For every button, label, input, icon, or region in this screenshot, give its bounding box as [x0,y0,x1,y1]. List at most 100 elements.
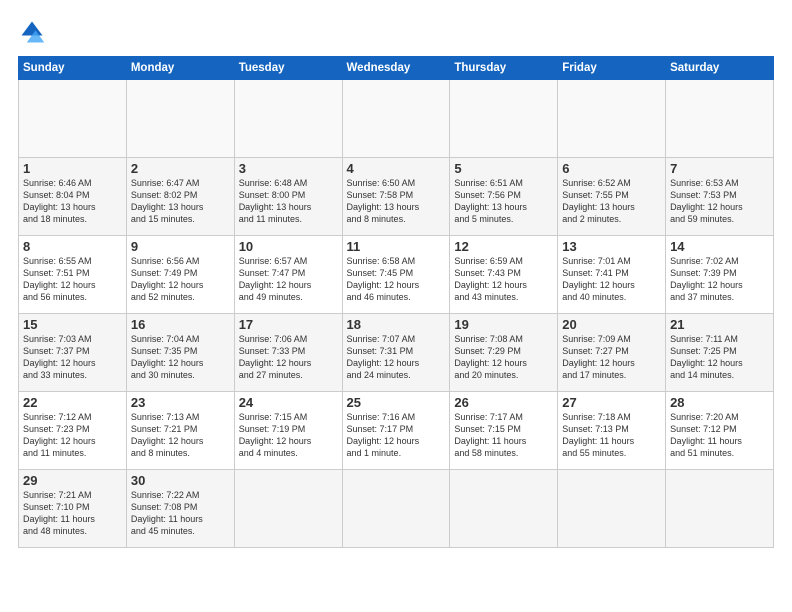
day-cell: 29Sunrise: 7:21 AM Sunset: 7:10 PM Dayli… [19,470,127,548]
day-number: 16 [131,317,230,332]
day-info: Sunrise: 6:59 AM Sunset: 7:43 PM Dayligh… [454,255,553,304]
day-cell: 16Sunrise: 7:04 AM Sunset: 7:35 PM Dayli… [126,314,234,392]
header-row: SundayMondayTuesdayWednesdayThursdayFrid… [19,57,774,80]
day-cell: 18Sunrise: 7:07 AM Sunset: 7:31 PM Dayli… [342,314,450,392]
day-info: Sunrise: 6:58 AM Sunset: 7:45 PM Dayligh… [347,255,446,304]
day-cell: 5Sunrise: 6:51 AM Sunset: 7:56 PM Daylig… [450,158,558,236]
day-cell [126,80,234,158]
day-info: Sunrise: 6:57 AM Sunset: 7:47 PM Dayligh… [239,255,338,304]
day-info: Sunrise: 6:46 AM Sunset: 8:04 PM Dayligh… [23,177,122,226]
day-info: Sunrise: 7:13 AM Sunset: 7:21 PM Dayligh… [131,411,230,460]
day-number: 20 [562,317,661,332]
day-info: Sunrise: 6:47 AM Sunset: 8:02 PM Dayligh… [131,177,230,226]
day-info: Sunrise: 7:15 AM Sunset: 7:19 PM Dayligh… [239,411,338,460]
day-cell: 17Sunrise: 7:06 AM Sunset: 7:33 PM Dayli… [234,314,342,392]
day-number: 22 [23,395,122,410]
day-info: Sunrise: 7:20 AM Sunset: 7:12 PM Dayligh… [670,411,769,460]
day-cell: 15Sunrise: 7:03 AM Sunset: 7:37 PM Dayli… [19,314,127,392]
day-number: 17 [239,317,338,332]
day-number: 26 [454,395,553,410]
day-info: Sunrise: 7:03 AM Sunset: 7:37 PM Dayligh… [23,333,122,382]
day-info: Sunrise: 7:17 AM Sunset: 7:15 PM Dayligh… [454,411,553,460]
day-number: 14 [670,239,769,254]
day-cell: 2Sunrise: 6:47 AM Sunset: 8:02 PM Daylig… [126,158,234,236]
day-number: 11 [347,239,446,254]
day-info: Sunrise: 7:07 AM Sunset: 7:31 PM Dayligh… [347,333,446,382]
day-cell: 24Sunrise: 7:15 AM Sunset: 7:19 PM Dayli… [234,392,342,470]
day-cell [666,470,774,548]
day-cell: 30Sunrise: 7:22 AM Sunset: 7:08 PM Dayli… [126,470,234,548]
day-info: Sunrise: 7:09 AM Sunset: 7:27 PM Dayligh… [562,333,661,382]
day-number: 25 [347,395,446,410]
day-number: 15 [23,317,122,332]
col-header-thursday: Thursday [450,57,558,80]
day-number: 1 [23,161,122,176]
day-info: Sunrise: 7:21 AM Sunset: 7:10 PM Dayligh… [23,489,122,538]
day-number: 23 [131,395,230,410]
day-number: 6 [562,161,661,176]
day-number: 9 [131,239,230,254]
week-row-1: 1Sunrise: 6:46 AM Sunset: 8:04 PM Daylig… [19,158,774,236]
header [18,18,774,46]
day-cell: 20Sunrise: 7:09 AM Sunset: 7:27 PM Dayli… [558,314,666,392]
col-header-wednesday: Wednesday [342,57,450,80]
day-number: 30 [131,473,230,488]
day-info: Sunrise: 7:01 AM Sunset: 7:41 PM Dayligh… [562,255,661,304]
day-cell: 9Sunrise: 6:56 AM Sunset: 7:49 PM Daylig… [126,236,234,314]
day-cell: 6Sunrise: 6:52 AM Sunset: 7:55 PM Daylig… [558,158,666,236]
day-cell: 1Sunrise: 6:46 AM Sunset: 8:04 PM Daylig… [19,158,127,236]
day-cell: 12Sunrise: 6:59 AM Sunset: 7:43 PM Dayli… [450,236,558,314]
day-info: Sunrise: 6:50 AM Sunset: 7:58 PM Dayligh… [347,177,446,226]
calendar-table: SundayMondayTuesdayWednesdayThursdayFrid… [18,56,774,548]
day-info: Sunrise: 7:04 AM Sunset: 7:35 PM Dayligh… [131,333,230,382]
day-info: Sunrise: 6:56 AM Sunset: 7:49 PM Dayligh… [131,255,230,304]
day-number: 8 [23,239,122,254]
day-info: Sunrise: 6:51 AM Sunset: 7:56 PM Dayligh… [454,177,553,226]
day-info: Sunrise: 6:48 AM Sunset: 8:00 PM Dayligh… [239,177,338,226]
day-number: 5 [454,161,553,176]
day-cell: 21Sunrise: 7:11 AM Sunset: 7:25 PM Dayli… [666,314,774,392]
day-info: Sunrise: 6:52 AM Sunset: 7:55 PM Dayligh… [562,177,661,226]
day-info: Sunrise: 7:08 AM Sunset: 7:29 PM Dayligh… [454,333,553,382]
day-number: 28 [670,395,769,410]
day-cell [342,80,450,158]
day-info: Sunrise: 6:53 AM Sunset: 7:53 PM Dayligh… [670,177,769,226]
day-cell [666,80,774,158]
col-header-friday: Friday [558,57,666,80]
col-header-monday: Monday [126,57,234,80]
day-cell [450,470,558,548]
day-cell: 13Sunrise: 7:01 AM Sunset: 7:41 PM Dayli… [558,236,666,314]
day-info: Sunrise: 7:02 AM Sunset: 7:39 PM Dayligh… [670,255,769,304]
day-cell [558,80,666,158]
day-cell: 26Sunrise: 7:17 AM Sunset: 7:15 PM Dayli… [450,392,558,470]
day-cell: 11Sunrise: 6:58 AM Sunset: 7:45 PM Dayli… [342,236,450,314]
day-number: 7 [670,161,769,176]
day-number: 10 [239,239,338,254]
day-cell: 19Sunrise: 7:08 AM Sunset: 7:29 PM Dayli… [450,314,558,392]
day-cell: 7Sunrise: 6:53 AM Sunset: 7:53 PM Daylig… [666,158,774,236]
page: SundayMondayTuesdayWednesdayThursdayFrid… [0,0,792,612]
day-info: Sunrise: 7:22 AM Sunset: 7:08 PM Dayligh… [131,489,230,538]
week-row-2: 8Sunrise: 6:55 AM Sunset: 7:51 PM Daylig… [19,236,774,314]
day-info: Sunrise: 7:11 AM Sunset: 7:25 PM Dayligh… [670,333,769,382]
logo-icon [18,18,46,46]
col-header-tuesday: Tuesday [234,57,342,80]
day-number: 12 [454,239,553,254]
day-cell: 8Sunrise: 6:55 AM Sunset: 7:51 PM Daylig… [19,236,127,314]
day-info: Sunrise: 6:55 AM Sunset: 7:51 PM Dayligh… [23,255,122,304]
day-number: 4 [347,161,446,176]
day-cell [19,80,127,158]
day-cell [234,470,342,548]
day-cell: 3Sunrise: 6:48 AM Sunset: 8:00 PM Daylig… [234,158,342,236]
day-cell [342,470,450,548]
day-info: Sunrise: 7:16 AM Sunset: 7:17 PM Dayligh… [347,411,446,460]
day-number: 3 [239,161,338,176]
day-cell: 25Sunrise: 7:16 AM Sunset: 7:17 PM Dayli… [342,392,450,470]
col-header-sunday: Sunday [19,57,127,80]
day-number: 27 [562,395,661,410]
day-number: 13 [562,239,661,254]
day-cell: 23Sunrise: 7:13 AM Sunset: 7:21 PM Dayli… [126,392,234,470]
logo [18,18,50,46]
day-number: 19 [454,317,553,332]
day-cell: 27Sunrise: 7:18 AM Sunset: 7:13 PM Dayli… [558,392,666,470]
